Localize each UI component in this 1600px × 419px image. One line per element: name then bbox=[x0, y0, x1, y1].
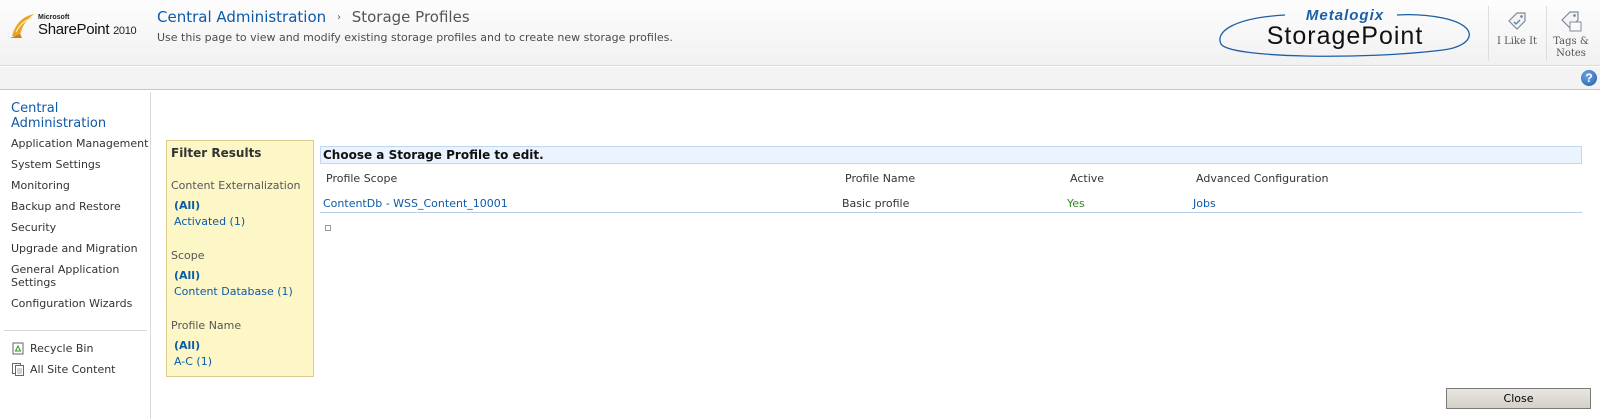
logo-vendor: Microsoft bbox=[38, 14, 70, 21]
nav-heading-central-administration[interactable]: Central Administration bbox=[11, 101, 106, 131]
breadcrumb: Central Administration › Storage Profile… bbox=[157, 8, 470, 26]
grid-title: Choose a Storage Profile to edit. bbox=[323, 148, 544, 162]
spacer-image bbox=[325, 225, 331, 231]
recycle-bin-icon bbox=[12, 342, 24, 355]
filter-group-profile-name: Profile Name (All) A-C (1) bbox=[171, 319, 311, 369]
filter-option-a-c[interactable]: A-C (1) bbox=[174, 354, 311, 369]
filter-option-activated[interactable]: Activated (1) bbox=[174, 214, 311, 229]
status-bar: ? bbox=[0, 67, 1600, 90]
column-header-profile-scope[interactable]: Profile Scope bbox=[326, 172, 397, 185]
filter-group-name: Profile Name bbox=[171, 319, 242, 332]
storagepoint-logo: Metalogix StoragePoint bbox=[1213, 6, 1477, 58]
filter-option-all[interactable]: (All) bbox=[174, 197, 311, 214]
tags-notes-label: Tags & Notes bbox=[1542, 36, 1600, 60]
breadcrumb-central-administration[interactable]: Central Administration bbox=[157, 8, 326, 26]
sharepoint-logo[interactable]: Microsoft SharePoint 2010 bbox=[8, 12, 150, 42]
profile-scope-link[interactable]: ContentDb - WSS_Content_10001 bbox=[323, 197, 508, 210]
recycle-bin-label: Recycle Bin bbox=[30, 342, 94, 355]
page-description: Use this page to view and modify existin… bbox=[157, 31, 673, 44]
filter-title: Filter Results bbox=[171, 146, 262, 160]
help-icon[interactable]: ? bbox=[1581, 70, 1597, 86]
nav-divider bbox=[4, 330, 147, 331]
table-row-divider bbox=[320, 212, 1582, 213]
tags-notes-button[interactable]: Tags & Notes bbox=[1542, 6, 1600, 64]
all-site-content-label: All Site Content bbox=[30, 363, 116, 376]
grid-title-bar: Choose a Storage Profile to edit. bbox=[320, 146, 1582, 164]
filter-group-name: Scope bbox=[171, 249, 205, 262]
active-status-cell: Yes bbox=[1067, 197, 1085, 210]
logo-product: SharePoint 2010 bbox=[38, 21, 137, 38]
jobs-link[interactable]: Jobs bbox=[1193, 197, 1216, 210]
nav-heading-line-1: Central bbox=[11, 101, 59, 116]
nav-item-upgrade-and-migration[interactable]: Upgrade and Migration bbox=[11, 242, 148, 255]
all-site-content-link[interactable]: All Site Content bbox=[11, 362, 147, 376]
all-site-content-icon bbox=[12, 363, 24, 376]
i-like-it-button[interactable]: I Like It bbox=[1488, 6, 1546, 64]
tags-notes-label-line-2: Notes bbox=[1556, 48, 1586, 59]
filter-group-name: Content Externalization bbox=[171, 179, 301, 192]
nav-list: Application Management System Settings M… bbox=[11, 137, 148, 318]
nav-item-backup-and-restore[interactable]: Backup and Restore bbox=[11, 200, 148, 213]
nav-item-system-settings[interactable]: System Settings bbox=[11, 158, 148, 171]
sharepoint-logo-icon bbox=[10, 14, 34, 38]
tags-notes-icon bbox=[1561, 11, 1582, 32]
column-header-active[interactable]: Active bbox=[1070, 172, 1104, 185]
page-title: Storage Profiles bbox=[351, 8, 470, 26]
tags-notes-label-line-1: Tags & bbox=[1553, 36, 1589, 47]
quick-launch: Central Administration Application Manag… bbox=[0, 92, 151, 419]
i-like-it-label: I Like It bbox=[1496, 36, 1538, 47]
nav-item-configuration-wizards[interactable]: Configuration Wizards bbox=[11, 297, 148, 310]
page-header: Microsoft SharePoint 2010 Central Admini… bbox=[0, 0, 1600, 66]
close-button[interactable]: Close bbox=[1446, 388, 1591, 409]
filter-option-content-database[interactable]: Content Database (1) bbox=[174, 284, 311, 299]
filter-group-content-externalization: Content Externalization (All) Activated … bbox=[171, 179, 311, 229]
column-header-advanced-configuration[interactable]: Advanced Configuration bbox=[1196, 172, 1328, 185]
nav-item-monitoring[interactable]: Monitoring bbox=[11, 179, 148, 192]
i-like-it-icon bbox=[1508, 12, 1526, 30]
nav-item-security[interactable]: Security bbox=[11, 221, 148, 234]
nav-item-general-application-settings[interactable]: General Application Settings bbox=[11, 263, 141, 289]
filter-option-all[interactable]: (All) bbox=[174, 337, 311, 354]
column-header-profile-name[interactable]: Profile Name bbox=[845, 172, 915, 185]
recycle-bin-link[interactable]: Recycle Bin bbox=[11, 341, 147, 355]
filter-panel: Filter Results Content Externalization (… bbox=[166, 140, 314, 377]
breadcrumb-separator-icon: › bbox=[336, 12, 341, 23]
nav-heading-line-2: Administration bbox=[11, 116, 107, 131]
brand-main-text: StoragePoint bbox=[1266, 22, 1424, 50]
nav-item-application-management[interactable]: Application Management bbox=[11, 137, 148, 150]
filter-option-all[interactable]: (All) bbox=[174, 267, 311, 284]
filter-group-scope: Scope (All) Content Database (1) bbox=[171, 249, 311, 299]
logo-version: 2010 bbox=[113, 25, 137, 37]
profile-name-cell: Basic profile bbox=[842, 197, 910, 210]
logo-product-name: SharePoint bbox=[38, 21, 110, 38]
